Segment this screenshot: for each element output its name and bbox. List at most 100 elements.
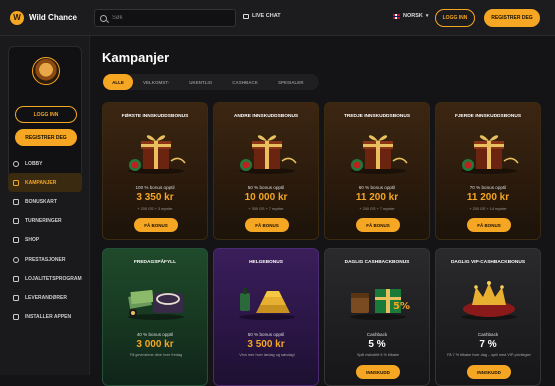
card-title: HELGEBONUS <box>249 260 283 265</box>
deposit-button[interactable]: INNSKUDD <box>356 365 400 379</box>
card-title: DAGLIG VIP-CASHBACKBONUS <box>450 260 526 265</box>
sidebar-item-installer-appen[interactable]: INSTALLER APPEN <box>8 308 82 327</box>
sidebar-item-label: PRESTASJONER <box>25 256 66 263</box>
card-description: 50 % bonus opptil <box>247 185 285 190</box>
live-chat-button[interactable]: LIVE CHAT <box>243 13 281 19</box>
card-title: TREDJE INNSKUDDSBONUS <box>343 114 411 119</box>
card-subtext: Spill risikofritt 5 % tilbake <box>357 353 399 357</box>
promo-card: TREDJE INNSKUDDSBONUS 60 % bonus opptil … <box>324 102 430 240</box>
promo-card: FJERDE INNSKUDDSBONUS 70 % bonus opptil … <box>435 102 541 240</box>
get-bonus-button[interactable]: FÅ BONUS <box>245 218 289 232</box>
main-content: Kampanjer ALLE VELKOMST- UKENTLIG CASHBA… <box>91 36 555 386</box>
gift-box-icon <box>128 135 186 174</box>
card-subtext: Vinn mer hver lørdag og søndag! <box>239 353 295 357</box>
sidebar-item-label: INSTALLER APPEN <box>25 314 72 321</box>
sidebar-item-label: LEVERANDØRER <box>25 294 67 301</box>
sidebar: LOGG INN REGISTRER DEG LOBBY KAMPANJER B… <box>0 36 90 375</box>
sidebar-item-label: BONUSKART <box>25 198 57 205</box>
card-subtext: + 300 GS + 7 mynter <box>248 207 284 211</box>
card-subtext: + 200 GS + 14 mynter <box>469 207 507 211</box>
sidebar-item-label: TURNERINGER <box>25 218 62 225</box>
sidebar-item-prestasjoner[interactable]: PRESTASJONER <box>8 250 82 269</box>
trophy-icon <box>13 218 19 225</box>
sidebar-item-label: SHOP <box>25 237 40 244</box>
sidebar-login-button[interactable]: LOGG INN <box>15 106 77 123</box>
sidebar-item-label: KAMPANJER <box>25 179 57 186</box>
tab-cashback[interactable]: CASHBACK <box>222 74 268 90</box>
get-bonus-button[interactable]: FÅ BONUS <box>356 218 400 232</box>
card-title: FREDAGSPÅFYLL <box>133 260 177 265</box>
search-icon <box>100 14 107 22</box>
card-title: FØRSTE INNSKUDDSBONUS <box>121 114 189 119</box>
promo-card: ANDRE INNSKUDDSBONUS 50 % bonus opptil 1… <box>213 102 319 240</box>
card-subtext: + 200 GS + 3 mynter <box>137 207 173 211</box>
get-bonus-button[interactable]: FÅ BONUS <box>467 218 511 232</box>
live-chat-label: LIVE CHAT <box>252 13 281 19</box>
vip-crown-icon <box>461 281 517 320</box>
money-jewelry-icon <box>128 289 184 320</box>
svg-text:5%: 5% <box>393 301 410 312</box>
card-title: DAGLIG CASHBACKBONUS <box>344 260 410 265</box>
card-amount: 11 200 kr <box>466 192 510 203</box>
card-subtext: Få 7 % tilbake hver dag – spill med VIP-… <box>447 353 531 357</box>
sidebar-item-label: LOBBY <box>25 160 43 167</box>
tab-alle[interactable]: ALLE <box>103 74 133 90</box>
card-amount: 10 000 kr <box>244 192 288 203</box>
gift-box-icon <box>239 135 297 174</box>
filter-tabs: ALLE VELKOMST- UKENTLIG CASHBACK SPESIAL… <box>103 74 319 90</box>
tab-velkomst[interactable]: VELKOMST- <box>133 74 179 90</box>
medal-icon <box>13 256 19 263</box>
get-bonus-button[interactable]: FÅ BONUS <box>134 218 178 232</box>
search-input[interactable] <box>112 15 222 21</box>
card-subtext: Få gevinstene dine hver fredag <box>129 353 183 357</box>
promo-card: FREDAGSPÅFYLL 40 % bonus opptil 3 000 kr… <box>102 248 208 386</box>
card-amount: 11 200 kr <box>355 192 399 203</box>
card-description: 50 % bonus opptil <box>247 332 285 337</box>
tab-spesialer[interactable]: SPESIALER <box>268 74 314 90</box>
lobby-icon <box>13 160 19 167</box>
sidebar-register-button[interactable]: REGISTRER DEG <box>15 129 77 146</box>
gift-box-icon <box>350 135 408 174</box>
sidebar-item-bonuskart[interactable]: BONUSKART <box>8 192 82 211</box>
sidebar-item-lojalitetsprogram[interactable]: LOJALITETSPROGRAM <box>8 269 82 288</box>
card-description: 70 % bonus opptil <box>469 185 507 190</box>
card-description: Cashback <box>477 332 499 337</box>
page-title: Kampanjer <box>102 50 170 65</box>
chevron-down-icon: ▾ <box>425 13 429 19</box>
sidebar-item-shop[interactable]: SHOP <box>8 231 82 250</box>
promo-card: DAGLIG VIP-CASHBACKBONUS Cashback 7 % Få… <box>435 248 541 386</box>
shop-icon <box>13 237 19 244</box>
login-button[interactable]: LOGG INN <box>435 9 475 27</box>
brand-logo[interactable]: W Wild Chance <box>0 10 90 25</box>
promo-card: DAGLIG CASHBACKBONUS 5% Cashback 5 % Spi… <box>324 248 430 386</box>
card-amount: 7 % <box>479 339 497 350</box>
crown-icon <box>13 275 19 282</box>
sidebar-item-kampanjer[interactable]: KAMPANJER <box>8 173 82 193</box>
map-icon <box>13 198 19 205</box>
logo-icon: W <box>10 10 24 25</box>
chat-icon <box>243 13 249 19</box>
card-amount: 3 000 kr <box>136 339 174 350</box>
sidebar-item-label: LOJALITETSPROGRAM <box>25 275 82 282</box>
language-selector[interactable]: NORSK ▾ <box>393 13 428 19</box>
sidebar-item-turneringer[interactable]: TURNERINGER <box>8 212 82 231</box>
search-box[interactable] <box>94 9 236 27</box>
card-description: 60 % bonus opptil <box>358 185 396 190</box>
promo-card: HELGEBONUS 50 % bonus opptil 3 500 kr Vi… <box>213 248 319 386</box>
card-title: ANDRE INNSKUDDSBONUS <box>233 114 299 119</box>
download-icon <box>13 314 19 321</box>
card-title: FJERDE INNSKUDDSBONUS <box>454 114 522 119</box>
card-amount: 3 500 kr <box>247 339 285 350</box>
cashback-gift-icon: 5% <box>350 289 410 320</box>
register-button[interactable]: REGISTRER DEG <box>484 9 540 27</box>
avatar <box>32 57 60 85</box>
card-description: 100 % bonus opptil <box>135 185 175 190</box>
card-subtext: + 200 GS + 7 mynter <box>359 207 395 211</box>
sidebar-item-lobby[interactable]: LOBBY <box>8 154 82 173</box>
tab-ukentlig[interactable]: UKENTLIG <box>179 74 222 90</box>
brand-name: Wild Chance <box>29 13 77 22</box>
card-amount: 3 350 kr <box>136 192 174 203</box>
deposit-button[interactable]: INNSKUDD <box>467 365 511 379</box>
sidebar-item-leverandorer[interactable]: LEVERANDØRER <box>8 288 82 307</box>
card-description: Cashback <box>366 332 388 337</box>
